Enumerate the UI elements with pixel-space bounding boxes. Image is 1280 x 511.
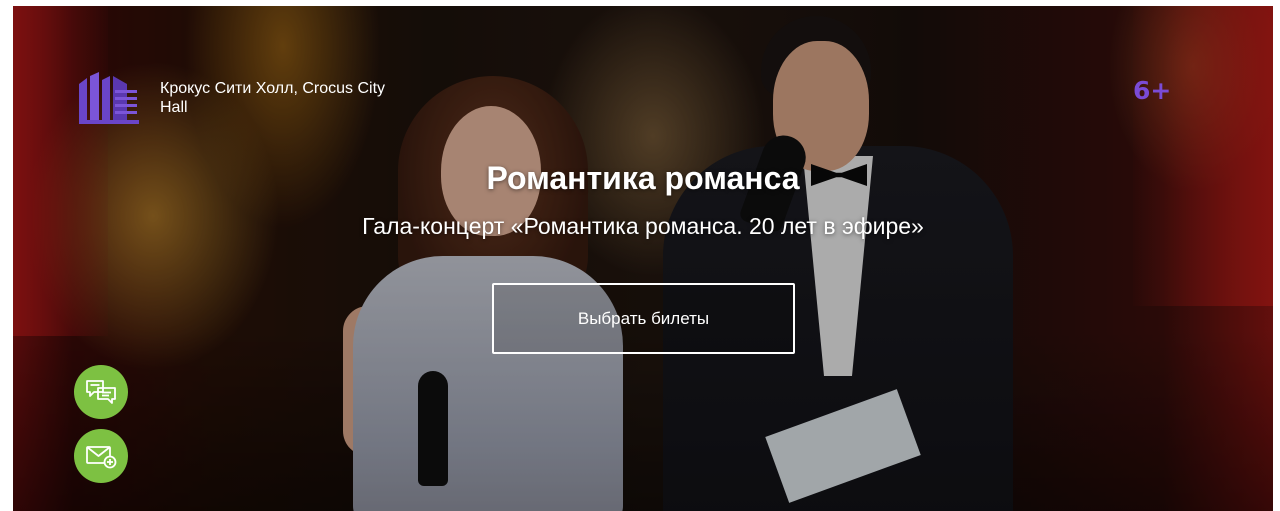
subscribe-button[interactable]: [74, 429, 128, 483]
event-title: Романтика романса: [486, 160, 800, 196]
age-rating-badge: 6+: [1133, 76, 1172, 105]
chat-button[interactable]: [74, 365, 128, 419]
choose-tickets-button[interactable]: Выбрать билеты: [492, 283, 795, 354]
venue-link[interactable]: Крокус Сити Холл, Crocus City Hall: [79, 72, 410, 124]
building-logo-icon: [79, 72, 139, 124]
venue-name[interactable]: Крокус Сити Холл, Crocus City Hall: [160, 79, 410, 117]
event-hero-banner: Крокус Сити Холл, Crocus City Hall 6+ Ро…: [13, 6, 1273, 511]
event-subtitle: Гала-концерт «Романтика романса. 20 лет …: [362, 213, 924, 239]
chat-bubbles-icon: [86, 380, 116, 404]
mail-add-icon: [86, 446, 117, 469]
